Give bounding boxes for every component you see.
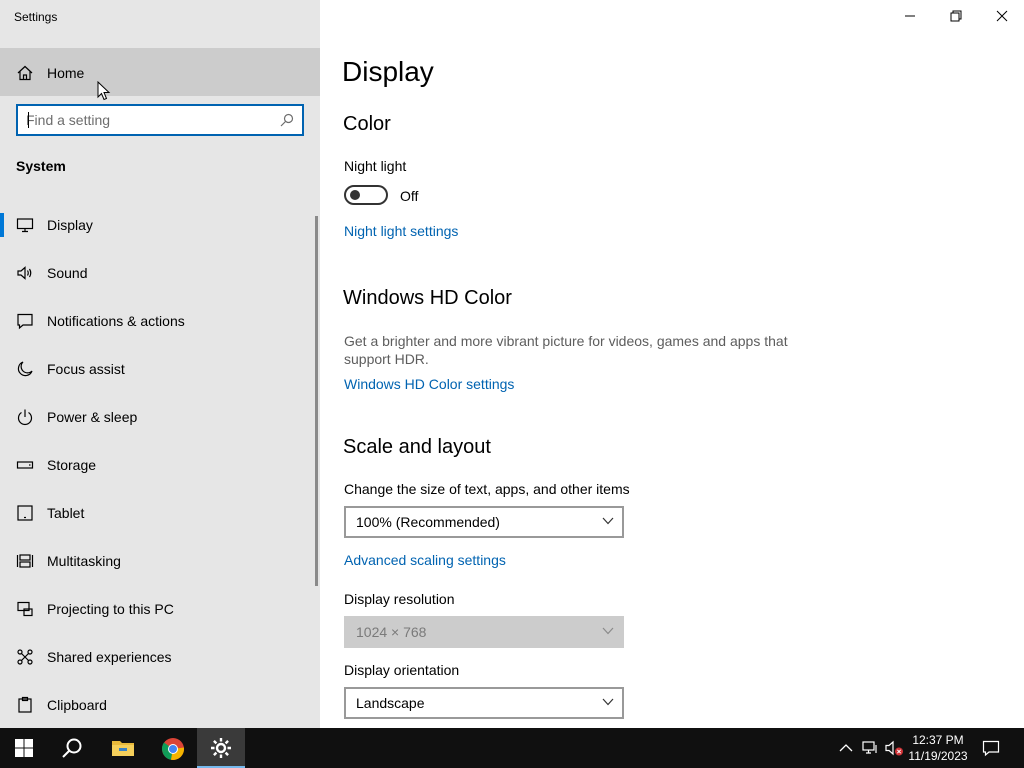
clock-time: 12:37 PM <box>912 733 964 747</box>
mouse-cursor-icon <box>97 81 111 101</box>
moon-icon <box>17 361 33 377</box>
sidebar-item-power-sleep[interactable]: Power & sleep <box>0 393 314 441</box>
sidebar-item-notifications[interactable]: Notifications & actions <box>0 297 314 345</box>
sidebar-item-label: Shared experiences <box>47 649 172 665</box>
close-button[interactable] <box>979 0 1024 32</box>
gear-icon <box>211 738 231 758</box>
hd-color-settings-link[interactable]: Windows HD Color settings <box>344 376 514 392</box>
minimize-button[interactable] <box>887 0 933 32</box>
chrome-button[interactable] <box>148 728 196 768</box>
share-icon <box>17 649 33 665</box>
hd-color-description: Get a brighter and more vibrant picture … <box>344 333 788 367</box>
sidebar-item-label: Multitasking <box>47 553 121 569</box>
restore-button[interactable] <box>933 0 979 32</box>
sidebar-item-label: Tablet <box>47 505 85 521</box>
chevron-up-icon[interactable] <box>838 740 854 756</box>
night-light-state: Off <box>400 188 419 204</box>
clipboard-icon <box>18 696 32 713</box>
sidebar-item-focus-assist[interactable]: Focus assist <box>0 345 314 393</box>
chevron-down-icon <box>602 517 614 525</box>
scale-size-value: 100% (Recommended) <box>356 514 500 530</box>
sidebar-item-shared-experiences[interactable]: Shared experiences <box>0 633 314 681</box>
tablet-icon <box>17 505 33 521</box>
sidebar-item-label: Projecting to this PC <box>47 601 174 617</box>
resolution-label: Display resolution <box>344 591 455 607</box>
chevron-down-icon <box>602 627 614 635</box>
monitor-icon <box>16 218 34 233</box>
multitasking-icon <box>16 554 34 568</box>
sidebar-item-sound[interactable]: Sound <box>0 249 314 297</box>
sidebar: Settings Home System Display Sound Notif… <box>0 0 320 728</box>
settings-taskbar-button[interactable] <box>197 728 245 768</box>
night-light-settings-link[interactable]: Night light settings <box>344 223 458 239</box>
night-light-toggle[interactable] <box>344 185 388 205</box>
sidebar-scrollbar[interactable] <box>315 216 318 586</box>
sidebar-home[interactable]: Home <box>0 48 320 96</box>
sidebar-item-label: Power & sleep <box>47 409 138 425</box>
notification-icon <box>17 313 33 330</box>
sidebar-item-label: Focus assist <box>47 361 125 377</box>
home-icon <box>17 65 33 81</box>
close-icon <box>996 10 1008 22</box>
chevron-down-icon <box>602 698 614 706</box>
network-icon[interactable] <box>861 739 879 757</box>
advanced-scaling-link[interactable]: Advanced scaling settings <box>344 552 506 568</box>
toggle-knob <box>350 190 360 200</box>
sidebar-home-label: Home <box>47 65 85 81</box>
sidebar-item-label: Clipboard <box>47 697 107 713</box>
start-button[interactable] <box>0 728 48 768</box>
sidebar-item-label: Notifications & actions <box>47 313 185 329</box>
sidebar-item-label: Display <box>47 217 93 233</box>
window-title: Settings <box>14 10 58 24</box>
sidebar-item-clipboard[interactable]: Clipboard <box>0 681 314 729</box>
file-explorer-button[interactable] <box>98 728 146 768</box>
search-taskbar-button[interactable] <box>48 728 96 768</box>
orientation-value: Landscape <box>356 695 425 711</box>
content-pane: Display Color Night light Off Night ligh… <box>320 0 1024 728</box>
resolution-dropdown[interactable]: 1024 × 768 <box>344 616 624 648</box>
scale-size-label: Change the size of text, apps, and other… <box>344 481 630 497</box>
sidebar-item-storage[interactable]: Storage <box>0 441 314 489</box>
folder-icon <box>112 741 134 756</box>
sidebar-item-projecting[interactable]: Projecting to this PC <box>0 585 314 633</box>
power-icon <box>17 409 33 426</box>
scale-size-dropdown[interactable]: 100% (Recommended) <box>344 506 624 538</box>
night-light-label: Night light <box>344 158 407 174</box>
sidebar-item-label: Sound <box>47 265 88 281</box>
page-title: Display <box>342 56 434 87</box>
taskbar-clock[interactable]: 12:37 PM 11/19/2023 <box>900 732 976 764</box>
projector-icon <box>17 601 33 617</box>
clock-date: 11/19/2023 <box>908 749 968 763</box>
sidebar-item-label: Storage <box>47 457 97 473</box>
windows-logo-icon <box>15 739 33 757</box>
search-icon <box>62 738 82 758</box>
hd-color-heading: Windows HD Color <box>343 287 512 309</box>
sidebar-item-display[interactable]: Display <box>0 201 314 249</box>
storage-icon <box>16 461 34 469</box>
minimize-icon <box>905 15 915 17</box>
taskbar: 12:37 PM 11/19/2023 <box>0 728 1024 768</box>
orientation-label: Display orientation <box>344 662 460 678</box>
color-heading: Color <box>343 113 391 135</box>
text-caret <box>28 112 29 128</box>
orientation-dropdown[interactable]: Landscape <box>344 687 624 719</box>
restore-icon <box>950 10 962 22</box>
sidebar-item-multitasking[interactable]: Multitasking <box>0 537 314 585</box>
scale-layout-heading: Scale and layout <box>343 436 491 458</box>
action-center-icon[interactable] <box>982 739 1000 757</box>
search-input[interactable] <box>26 111 276 129</box>
speaker-icon <box>17 266 32 280</box>
section-label: System <box>16 158 66 174</box>
resolution-value: 1024 × 768 <box>356 624 427 640</box>
sidebar-item-tablet[interactable]: Tablet <box>0 489 314 537</box>
search-icon[interactable] <box>280 113 294 127</box>
chrome-icon <box>161 738 185 760</box>
search-box[interactable] <box>16 104 304 136</box>
